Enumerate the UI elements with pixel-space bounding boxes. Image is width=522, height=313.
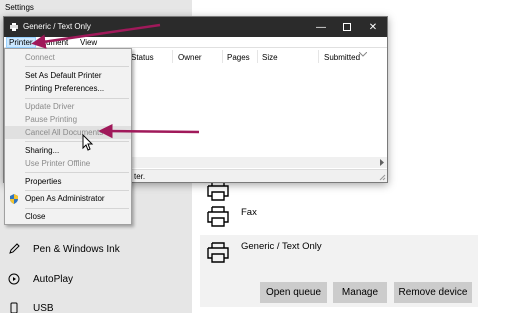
horizontal-scrollbar[interactable] <box>132 157 387 168</box>
column-pages[interactable]: Pages <box>227 53 250 62</box>
column-submitted[interactable]: Submitted <box>324 53 360 62</box>
sidebar-item-autoplay[interactable]: AutoPlay <box>0 266 192 292</box>
printer-dropdown-menu: Connect Set As Default Printer Printing … <box>4 48 132 225</box>
menu-bar: Printer ument View <box>4 37 387 48</box>
menu-separator <box>25 190 129 191</box>
status-text: ter. <box>134 172 146 181</box>
manage-button[interactable]: Manage <box>333 282 387 303</box>
menu-item-use-printer-offline[interactable]: Use Printer Offline <box>5 157 131 170</box>
menu-item-cancel-all-documents[interactable]: Cancel All Documents <box>5 126 131 139</box>
menu-printer[interactable]: Printer <box>6 37 36 48</box>
close-button[interactable]: ✕ <box>360 17 386 37</box>
usb-icon <box>7 301 21 313</box>
column-owner[interactable]: Owner <box>178 53 202 62</box>
sidebar-item-label: Pen & Windows Ink <box>33 243 120 255</box>
sort-caret-icon <box>359 52 367 57</box>
menu-separator <box>25 172 129 173</box>
menu-separator <box>25 98 129 99</box>
printer-app-icon <box>10 23 18 31</box>
minimize-icon: — <box>316 21 326 33</box>
menu-separator <box>25 66 129 67</box>
minimize-button[interactable]: — <box>308 17 334 37</box>
menu-view[interactable]: View <box>78 37 99 48</box>
menu-item-sharing[interactable]: Sharing... <box>5 144 131 157</box>
sidebar-item-label: USB <box>33 302 54 313</box>
sidebar-item-label: AutoPlay <box>33 273 74 285</box>
settings-window-title: Settings <box>5 3 34 12</box>
device-item-fax[interactable]: Fax <box>200 204 257 228</box>
printer-icon <box>207 242 229 263</box>
menu-item-pause-printing[interactable]: Pause Printing <box>5 113 131 126</box>
column-status[interactable]: Status <box>131 53 154 62</box>
column-divider[interactable] <box>222 50 223 63</box>
close-icon: ✕ <box>368 21 378 33</box>
open-queue-button[interactable]: Open queue <box>260 282 327 303</box>
mouse-cursor-icon <box>82 134 94 151</box>
column-divider[interactable] <box>257 50 258 63</box>
menu-item-printing-preferences[interactable]: Printing Preferences... <box>5 82 131 95</box>
sidebar-item-usb[interactable]: USB <box>0 295 192 313</box>
device-item-generic-text-only[interactable]: Generic / Text Only <box>200 240 322 264</box>
printer-icon <box>207 206 229 227</box>
column-divider[interactable] <box>318 50 319 63</box>
menu-item-update-driver[interactable]: Update Driver <box>5 100 131 113</box>
title-bar[interactable]: Generic / Text Only — ✕ <box>4 17 387 37</box>
column-divider[interactable] <box>172 50 173 63</box>
column-size[interactable]: Size <box>262 53 278 62</box>
menu-item-connect[interactable]: Connect <box>5 51 131 64</box>
menu-separator <box>25 141 129 142</box>
device-label: Fax <box>241 206 257 218</box>
window-title: Generic / Text Only <box>23 22 91 31</box>
maximize-button[interactable] <box>334 17 360 37</box>
menu-item-properties[interactable]: Properties <box>5 175 131 188</box>
device-label: Generic / Text Only <box>241 240 322 252</box>
resize-grip-icon[interactable] <box>378 173 386 181</box>
remove-device-button[interactable]: Remove device <box>394 282 472 303</box>
autoplay-icon <box>7 272 21 286</box>
pen-icon <box>7 242 21 256</box>
sidebar-item-pen-windows-ink[interactable]: Pen & Windows Ink <box>0 236 192 262</box>
maximize-icon <box>343 23 351 31</box>
menu-item-open-as-administrator[interactable]: Open As Administrator <box>5 192 131 205</box>
shield-icon <box>10 194 18 204</box>
scroll-right-icon[interactable] <box>379 159 385 166</box>
menu-item-set-as-default-printer[interactable]: Set As Default Printer <box>5 69 131 82</box>
menu-separator <box>25 208 129 209</box>
menu-item-close[interactable]: Close <box>5 210 131 223</box>
menu-document[interactable]: ument <box>44 37 70 48</box>
